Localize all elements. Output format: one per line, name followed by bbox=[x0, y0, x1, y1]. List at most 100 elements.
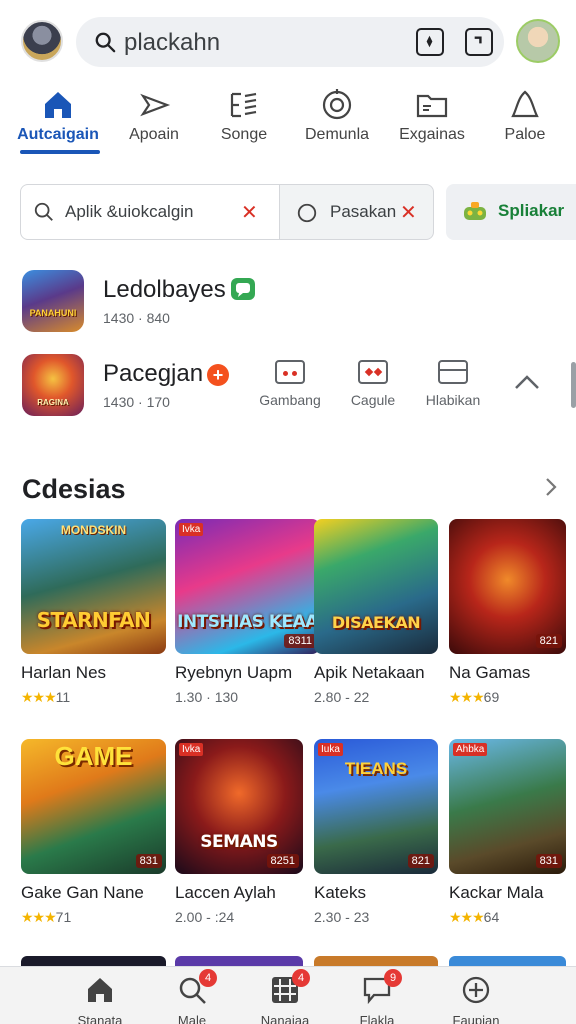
cover-tag: Ahbka bbox=[453, 743, 488, 756]
category-nav: Autcaigain Apoain Songe Demunla Exgainas… bbox=[0, 86, 576, 158]
cover-tag: Ivka bbox=[179, 743, 204, 756]
filter-chip-label: Aplik &uiokcalgin bbox=[65, 202, 194, 221]
game-cover: GAME 831 bbox=[21, 739, 166, 874]
game-meta: 2.30 - 23 bbox=[314, 909, 370, 925]
tab-paloe[interactable]: Paloe bbox=[475, 86, 575, 156]
home-icon bbox=[88, 978, 112, 1002]
game-cover: Ivka SEMANS 8251 bbox=[175, 739, 303, 874]
game-rating: ★★★71 bbox=[21, 909, 72, 925]
game-cover: MONDSKIN STARNFAN bbox=[21, 519, 166, 654]
action-label: Hlabikan bbox=[425, 392, 481, 408]
game-name: Gake Gan Nane bbox=[21, 883, 144, 902]
chevron-right-icon[interactable] bbox=[540, 476, 562, 498]
cover-title-top: TIEANS bbox=[344, 759, 408, 778]
search-box[interactable]: plackahn bbox=[76, 17, 504, 67]
game-controller-icon bbox=[464, 202, 486, 220]
user-avatar[interactable] bbox=[21, 20, 63, 62]
game-name: Apik Netakaan bbox=[314, 663, 425, 682]
action-cagule[interactable]: Cagule bbox=[333, 360, 413, 408]
nav-male[interactable]: 4 Male bbox=[142, 969, 242, 1024]
price-badge: 8311 bbox=[284, 634, 316, 648]
folder-icon bbox=[416, 94, 448, 118]
scroll-indicator[interactable] bbox=[571, 362, 576, 408]
game-name: Kateks bbox=[314, 883, 366, 902]
game-cover: 821 bbox=[449, 519, 566, 654]
tab-songe[interactable]: Songe bbox=[194, 86, 294, 156]
nav-flakla[interactable]: 9 Flakla bbox=[327, 969, 427, 1024]
nav-label: Male bbox=[177, 1013, 207, 1024]
cover-tag: Iuka bbox=[318, 743, 343, 756]
star-rating-icon: ★★★ bbox=[21, 909, 57, 925]
add-badge-icon[interactable]: + bbox=[207, 364, 229, 386]
app-row[interactable]: RAGINA Pacegjan + 1430 · 170 Gambang Cag… bbox=[0, 354, 576, 426]
action-gambang[interactable]: Gambang bbox=[250, 360, 330, 408]
app-icon: PANAHUNI bbox=[22, 270, 84, 332]
app-icon: RAGINA bbox=[22, 354, 84, 416]
notification-badge: 9 bbox=[384, 969, 402, 987]
action-hlabikan[interactable]: Hlabikan bbox=[413, 360, 493, 408]
cover-title: INTSHIAS KEAA bbox=[177, 612, 318, 632]
nav-label: Nanajaa bbox=[260, 1013, 310, 1024]
filter-chip-label: Pasakan bbox=[330, 202, 397, 221]
filter-chip-label: Spliakar bbox=[498, 201, 565, 220]
filter-chip-search[interactable]: Aplik &uiokcalgin ✕ bbox=[20, 184, 280, 240]
history-icon[interactable] bbox=[465, 28, 493, 56]
game-name: Na Gamas bbox=[449, 663, 531, 682]
list-icon bbox=[230, 92, 257, 118]
lens-icon[interactable] bbox=[416, 28, 444, 56]
game-rating: ★★★11 bbox=[21, 689, 71, 705]
home-icon bbox=[45, 92, 71, 118]
filter-chip-spliakar[interactable]: Spliakar bbox=[446, 184, 576, 240]
tab-label: Apoain bbox=[129, 126, 179, 143]
nav-stanata[interactable]: Stanata bbox=[50, 975, 150, 1024]
price-badge: 8251 bbox=[266, 854, 299, 868]
clear-icon[interactable]: ✕ bbox=[241, 203, 258, 223]
clear-icon[interactable]: ✕ bbox=[400, 203, 417, 223]
nav-nanajaa[interactable]: 4 Nanajaa bbox=[235, 969, 335, 1024]
game-cover: Iuka TIEANS 821 bbox=[314, 739, 438, 874]
tab-apoain[interactable]: Apoain bbox=[104, 86, 204, 156]
star-rating-icon: ★★★ bbox=[449, 909, 485, 925]
section-title: Cdesias bbox=[22, 474, 126, 504]
price-badge: 831 bbox=[135, 854, 162, 868]
game-cover: Ivka INTSHIAS KEAA 8311 bbox=[175, 519, 320, 654]
chevron-up-icon[interactable] bbox=[512, 368, 542, 398]
star-rating-icon: ★★★ bbox=[449, 689, 485, 705]
cover-title: STARNFAN bbox=[36, 608, 151, 632]
cover-title-top: GAME bbox=[54, 741, 133, 771]
game-rating: ★★★64 bbox=[449, 909, 500, 925]
tab-label: Paloe bbox=[504, 126, 546, 143]
filter-chip-pasakan[interactable]: Pasakan ✕ bbox=[280, 184, 434, 240]
price-badge: 831 bbox=[535, 854, 562, 868]
app-row[interactable]: PANAHUNI Ledolbayes 1430 · 840 bbox=[0, 270, 576, 342]
nav-label: Stanata bbox=[77, 1013, 123, 1024]
notification-badge: 4 bbox=[199, 969, 217, 987]
filter-chips: Aplik &uiokcalgin ✕ Pasakan ✕ Spliakar bbox=[0, 184, 576, 242]
star-rating-icon: ★★★ bbox=[21, 689, 57, 705]
game-meta: 2.00 - :24 bbox=[175, 909, 235, 925]
tab-demunla[interactable]: Demunla bbox=[287, 86, 387, 156]
cover-title: DISAEKAN bbox=[331, 613, 421, 632]
nav-faupian[interactable]: Faupian bbox=[426, 975, 526, 1024]
app-icon-text: PANAHUNI bbox=[29, 308, 77, 318]
profile-avatar[interactable] bbox=[516, 19, 560, 63]
add-circle-icon bbox=[462, 976, 490, 1004]
active-tab-indicator bbox=[20, 150, 100, 154]
top-search-bar: plackahn bbox=[0, 0, 576, 84]
app-icon-text: RAGINA bbox=[37, 398, 69, 407]
tab-autcaigain[interactable]: Autcaigain bbox=[8, 86, 108, 156]
app-name: Pacegjan bbox=[103, 360, 204, 387]
game-rating: ★★★69 bbox=[449, 689, 500, 705]
circle-icon bbox=[297, 203, 317, 223]
search-icon bbox=[34, 202, 53, 221]
cover-title: SEMANS bbox=[200, 832, 278, 852]
game-meta: 2.80 - 22 bbox=[314, 689, 370, 705]
cover-tag: Ivka bbox=[179, 523, 204, 536]
game-name: Laccen Aylah bbox=[175, 883, 276, 902]
search-query[interactable]: plackahn bbox=[124, 29, 220, 57]
price-badge: 821 bbox=[407, 854, 434, 868]
cards-icon bbox=[358, 360, 388, 384]
tab-label: Exgainas bbox=[399, 126, 465, 143]
action-label: Cagule bbox=[350, 392, 396, 408]
tab-exgainas[interactable]: Exgainas bbox=[382, 86, 482, 156]
